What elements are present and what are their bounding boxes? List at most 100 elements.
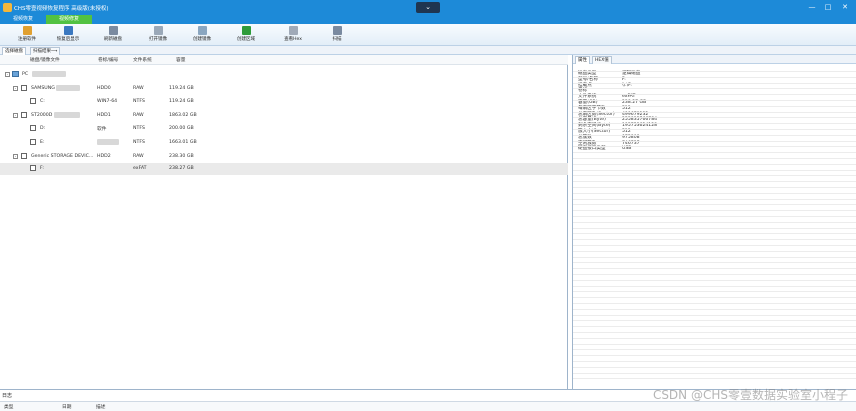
collapse-icon[interactable]: - bbox=[13, 86, 18, 91]
sub-tab-strip: 选择磁盘 扫描结果⟶ bbox=[0, 46, 856, 55]
close-button[interactable]: ✕ bbox=[839, 2, 851, 12]
col-file-system[interactable]: 文件系统 bbox=[133, 57, 152, 63]
tab-properties[interactable]: 属性 bbox=[575, 56, 590, 64]
create-region-icon bbox=[241, 26, 251, 35]
monitor-icon bbox=[63, 26, 73, 35]
grid-line bbox=[573, 94, 856, 96]
grid-line bbox=[573, 140, 856, 142]
properties-tab-strip: 属性 HEX值 bbox=[573, 55, 856, 64]
table-row[interactable]: D: 软件 NTFS 200.00 GB bbox=[0, 123, 568, 135]
collapse-icon[interactable]: - bbox=[13, 113, 18, 118]
grid-line bbox=[573, 239, 856, 241]
refresh-disk-button[interactable]: 刷新磁盘 bbox=[98, 25, 128, 45]
grid-line bbox=[573, 268, 856, 270]
row-name: Generic STORAGE DEVIC... bbox=[31, 154, 94, 159]
grid-line bbox=[573, 320, 856, 322]
grid-line bbox=[573, 88, 856, 90]
hex-view-button[interactable]: 查看Hex bbox=[278, 25, 308, 45]
col-capacity[interactable]: 容量 bbox=[176, 57, 185, 63]
grid-line bbox=[573, 279, 856, 281]
title-bar: CHS零壹视频恢复程序 高级版(未授权) ⌄ — □ ✕ bbox=[0, 0, 856, 15]
watermark: CSDN @CHS零壹数据实验室小程子 bbox=[652, 388, 848, 402]
register-button[interactable]: 注册软件 bbox=[12, 25, 42, 45]
open-image-button[interactable]: 打开镜像 bbox=[143, 25, 173, 45]
open-image-icon bbox=[153, 26, 163, 35]
row-checkbox[interactable] bbox=[30, 125, 36, 131]
redacted-block bbox=[56, 85, 80, 91]
table-row[interactable]: - ST2000D HDD1 RAW 1863.02 GB bbox=[0, 110, 568, 122]
create-image-button[interactable]: 创建镜像 bbox=[187, 25, 217, 45]
table-row[interactable]: - PC bbox=[0, 69, 568, 81]
tab-scan-results[interactable]: 扫描结果⟶ bbox=[30, 47, 61, 55]
row-fs: exFAT bbox=[133, 166, 147, 171]
tab-video-repair[interactable]: 视频修复 bbox=[46, 15, 92, 24]
grid-line bbox=[573, 123, 856, 125]
key-icon bbox=[22, 26, 32, 35]
grid-line bbox=[573, 233, 856, 235]
window-title: CHS零壹视频恢复程序 高级版(未授权) bbox=[14, 6, 109, 12]
row-checkbox[interactable] bbox=[30, 98, 36, 104]
grid-line bbox=[573, 181, 856, 183]
row-checkbox[interactable] bbox=[21, 85, 27, 91]
collapse-icon[interactable]: - bbox=[13, 154, 18, 159]
grid-line bbox=[573, 314, 856, 316]
tab-video-recovery[interactable]: 视频恢复 bbox=[0, 15, 46, 24]
row-checkbox[interactable] bbox=[30, 165, 36, 171]
create-region-button[interactable]: 创建区域 bbox=[231, 25, 261, 45]
row-label: HDD1 bbox=[97, 113, 111, 118]
grid-line bbox=[573, 332, 856, 333]
grid-line bbox=[573, 204, 856, 206]
scan-icon bbox=[332, 26, 342, 35]
row-size: 200.00 GB bbox=[169, 126, 194, 131]
log-col-date[interactable]: 日期 bbox=[62, 404, 71, 410]
scan-button[interactable]: 扫描 bbox=[322, 25, 352, 45]
row-checkbox[interactable] bbox=[21, 112, 27, 118]
row-name: C: bbox=[40, 99, 45, 104]
show-after-recovery-button[interactable]: 恢复后显示 bbox=[53, 25, 83, 45]
grid-line bbox=[573, 111, 856, 113]
table-row[interactable]: F: exFAT 238.27 GB bbox=[0, 163, 568, 175]
tab-hex-value[interactable]: HEX值 bbox=[592, 56, 612, 64]
create-image-icon bbox=[197, 26, 207, 35]
row-fs: RAW bbox=[133, 154, 144, 159]
tab-scan-results-label: 扫描结果 bbox=[33, 49, 51, 54]
row-size: 119.24 GB bbox=[169, 99, 194, 104]
grid-line bbox=[573, 198, 856, 200]
grid-line bbox=[573, 210, 856, 212]
log-col-type[interactable]: 类型 bbox=[4, 404, 13, 410]
grid-line bbox=[573, 303, 856, 304]
log-title: 日志 bbox=[2, 393, 13, 399]
col-disk-image[interactable]: 磁盘/镜像文件 bbox=[30, 57, 60, 63]
table-row[interactable]: C: WIN7-64 NTFS 119.24 GB bbox=[0, 96, 568, 108]
table-row[interactable]: E: NTFS 1663.01 GB bbox=[0, 137, 568, 149]
grid-line bbox=[573, 297, 856, 299]
row-name: D: bbox=[40, 126, 46, 131]
grid-line bbox=[573, 343, 856, 345]
grid-line bbox=[573, 117, 856, 119]
row-checkbox[interactable] bbox=[21, 153, 27, 159]
log-col-desc[interactable]: 描述 bbox=[96, 404, 105, 410]
collapse-icon[interactable]: - bbox=[5, 72, 10, 77]
col-volume-label[interactable]: 卷标/编号 bbox=[98, 57, 118, 63]
grid-line bbox=[573, 71, 856, 72]
row-fs: RAW bbox=[133, 113, 144, 118]
redacted-block bbox=[97, 139, 119, 145]
hex-view-icon bbox=[288, 26, 298, 35]
minimize-button[interactable]: — bbox=[806, 2, 818, 12]
row-size: 1663.01 GB bbox=[169, 140, 197, 145]
grid-line bbox=[573, 285, 856, 287]
table-row[interactable]: - SAMSUNG HDD0 RAW 119.24 GB bbox=[0, 83, 568, 95]
grid-line bbox=[573, 146, 856, 148]
row-checkbox[interactable] bbox=[30, 139, 36, 145]
collapse-ribbon-button[interactable]: ⌄ bbox=[416, 2, 440, 13]
grid-line bbox=[573, 378, 856, 380]
grid-line bbox=[573, 100, 856, 101]
arrow-right-icon: ⟶ bbox=[51, 49, 58, 54]
table-row[interactable]: - Generic STORAGE DEVIC... HDD2 RAW 238.… bbox=[0, 151, 568, 163]
grid-line bbox=[573, 158, 856, 159]
properties-panel: 属性 HEX值 磁盘类型 逻辑磁盘 型号/名称 F: 挂载点 \\.\F: 卷标 文件系统 ex… bbox=[572, 55, 856, 389]
tab-select-disk[interactable]: 选择磁盘 bbox=[2, 47, 26, 55]
row-label: 软件 bbox=[97, 127, 107, 132]
main-tab-strip: 视频恢复 视频修复 bbox=[0, 15, 856, 24]
maximize-button[interactable]: □ bbox=[822, 2, 834, 12]
